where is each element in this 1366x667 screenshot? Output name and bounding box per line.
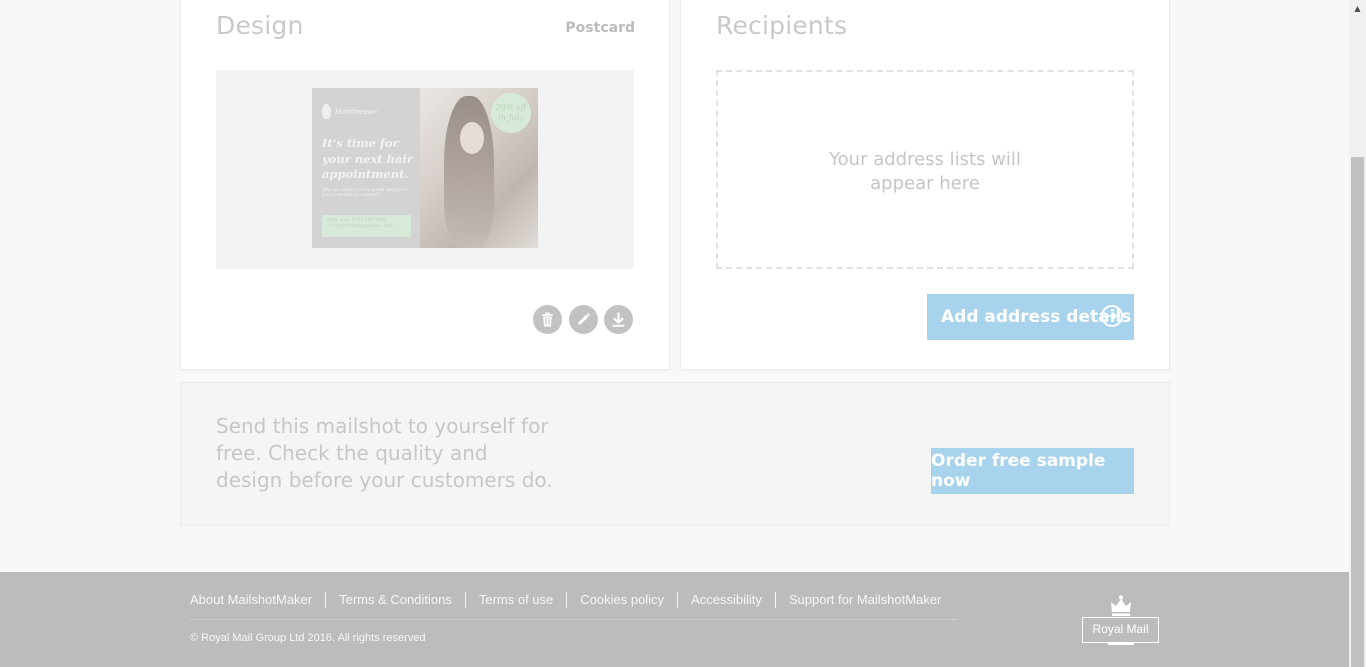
postcard-photo: 20% off in July [420,88,538,248]
photo-face [460,122,484,154]
design-card: Design Postcard Hairdresser It's time fo… [180,0,670,370]
pencil-icon [578,312,591,325]
arrow-right-icon [1101,305,1123,327]
scroll-up-arrow-icon[interactable]: ▲ [1349,0,1366,17]
recipients-card: Recipients Your address lists will appea… [680,0,1170,370]
photo-hair [444,96,494,246]
scrollbar-thumb[interactable] [1351,157,1364,667]
footer-links: About MailshotMaker Terms & Conditions T… [190,592,954,608]
postcard-brand-name: Hairdresser [335,107,378,116]
add-address-details-button[interactable]: Add address details [927,294,1134,340]
postcard-offer-badge: 20% off in July [491,93,531,133]
footer-divider [190,619,958,620]
postcard-text-panel: Hairdresser It's time for your next hair… [312,88,420,248]
address-list-dropzone: Your address lists will appear here [716,70,1134,269]
postcard-body: Why not contact us now to talk about you… [322,187,408,197]
footer-link-terms-conditions[interactable]: Terms & Conditions [325,592,465,608]
royal-mail-logo[interactable]: Royal Mail [1082,594,1159,645]
footer-link-support[interactable]: Support for MailshotMaker [774,592,954,608]
download-icon [612,312,625,327]
postcard-cta-box: Book now: 0123 456 7890 or hairdresser@e… [322,215,411,237]
footer: About MailshotMaker Terms & Conditions T… [0,572,1349,667]
edit-design-button[interactable] [569,305,598,334]
footer-link-terms-of-use[interactable]: Terms of use [464,592,566,608]
postcard-headline: It's time for your next hair appointment… [322,136,413,181]
order-free-sample-button[interactable]: Order free sample now [931,448,1134,494]
royal-mail-wordmark: Royal Mail [1082,617,1159,643]
hairdresser-logo-icon [322,104,331,119]
free-sample-promo: Send this mailshot to yourself for free.… [180,382,1170,526]
recipients-title: Recipients [716,11,848,40]
postcard-thumbnail[interactable]: Hairdresser It's time for your next hair… [312,88,538,248]
design-title: Design [216,11,304,40]
design-preview[interactable]: Hairdresser It's time for your next hair… [216,70,634,269]
vertical-scrollbar[interactable]: ▲ [1349,0,1366,667]
page: Design Postcard Hairdresser It's time fo… [0,0,1349,667]
address-list-empty-text: Your address lists will appear here [718,148,1132,196]
footer-link-accessibility[interactable]: Accessibility [677,592,775,608]
footer-link-cookies[interactable]: Cookies policy [566,592,677,608]
postcard-cta-line2: or hairdresser@example.com [327,224,394,229]
royal-mail-logo-tab [1108,642,1134,645]
delete-design-button[interactable] [533,305,562,334]
crown-icon [1111,595,1131,616]
footer-link-about[interactable]: About MailshotMaker [190,592,325,608]
download-design-button[interactable] [604,305,633,334]
trash-icon [542,312,553,327]
design-format-label: Postcard [565,20,635,36]
postcard-brand: Hairdresser [322,104,378,119]
empty-state-text: Your address lists will appear here [829,149,1021,194]
free-sample-promo-text: Send this mailshot to yourself for free.… [216,414,553,492]
copyright-text: © Royal Mail Group Ltd 2016. All rights … [190,632,426,644]
